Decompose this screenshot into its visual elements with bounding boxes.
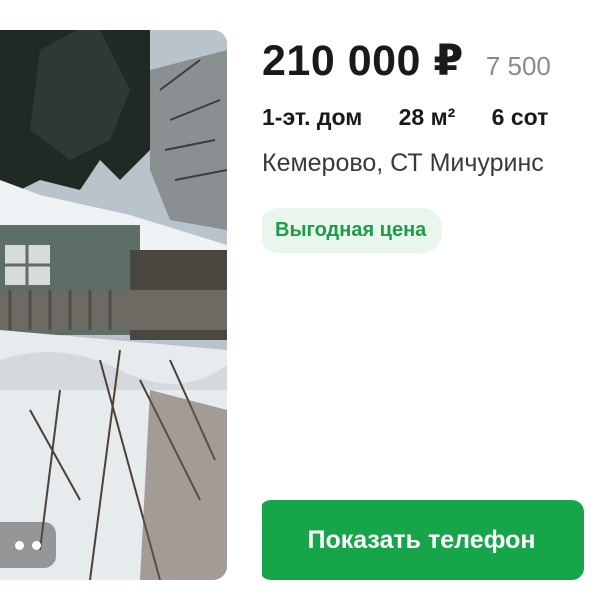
show-phone-button[interactable]: Показать телефон xyxy=(262,500,584,580)
house-photo-image xyxy=(0,30,227,580)
param-area: 28 м² xyxy=(398,104,456,130)
more-dots-icon xyxy=(15,540,24,550)
listing-card: 210 000 ₽ 7 500 1-эт. дом 28 м² 6 сот Ке… xyxy=(0,0,600,600)
more-dots-icon xyxy=(32,540,41,550)
gallery-more-button[interactable] xyxy=(0,522,56,568)
price-row: 210 000 ₽ 7 500 xyxy=(262,36,600,92)
price-per-sotka: 7 500 xyxy=(485,51,551,81)
param-floors: 1-эт. дом xyxy=(262,104,363,130)
param-land: 6 сот xyxy=(491,104,549,130)
good-price-badge: Выгодная цена xyxy=(262,208,443,253)
listing-price: 210 000 ₽ xyxy=(262,37,464,85)
listing-params: 1-эт. дом 28 м² 6 сот xyxy=(262,104,600,131)
listing-info: 210 000 ₽ 7 500 1-эт. дом 28 м² 6 сот Ке… xyxy=(262,36,600,596)
listing-address[interactable]: Кемерово, СТ Мичуринс xyxy=(262,149,600,178)
listing-photo[interactable] xyxy=(0,30,227,580)
